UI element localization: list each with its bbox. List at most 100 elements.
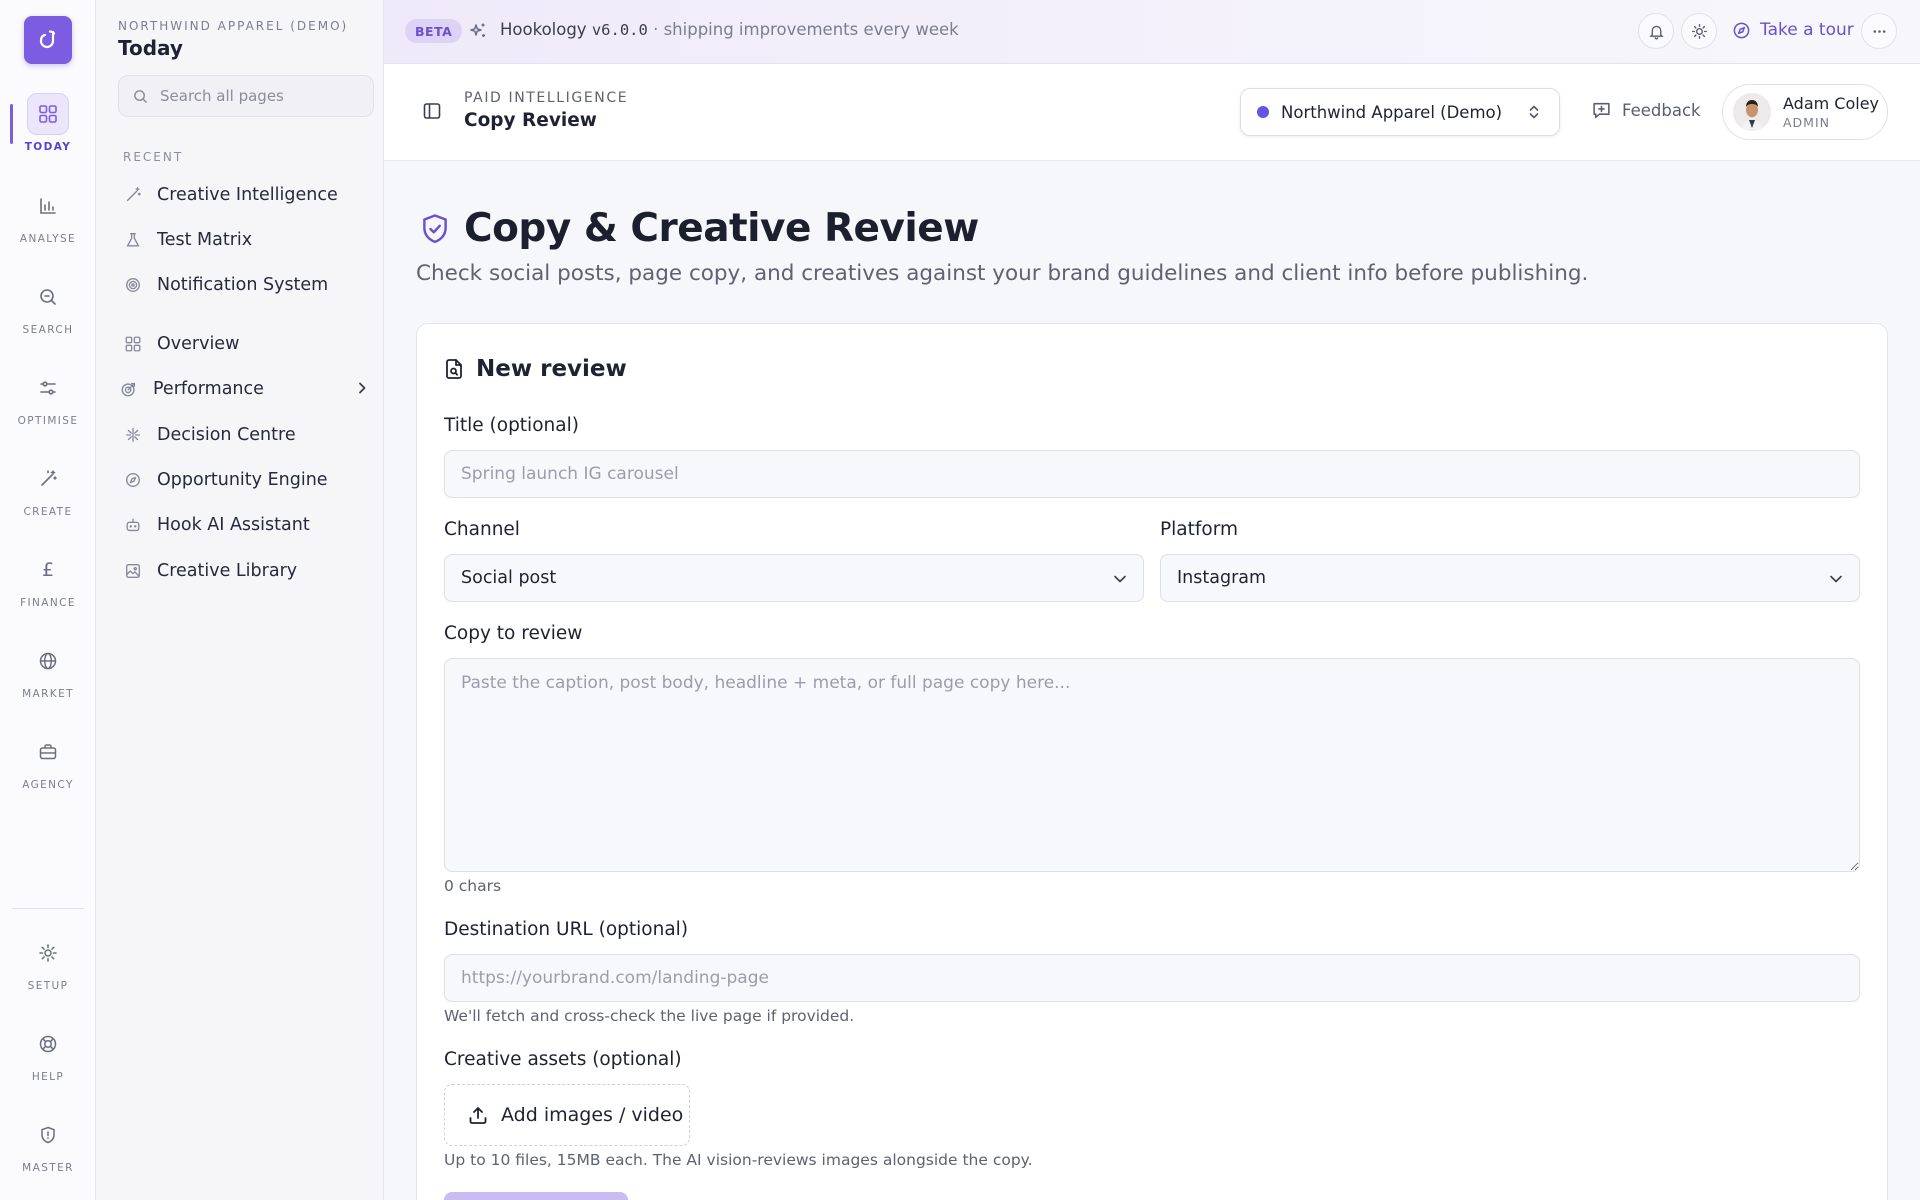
- title-input[interactable]: [444, 450, 1860, 498]
- search-input[interactable]: [160, 87, 360, 105]
- chevron-down-icon: [1111, 570, 1129, 593]
- lifebuoy-icon: [27, 1023, 69, 1065]
- message-plus-icon: [1591, 100, 1612, 121]
- rail-item-today[interactable]: TODAY: [0, 93, 96, 165]
- file-search-icon: [444, 358, 464, 380]
- more-horizontal-icon: [1871, 23, 1888, 40]
- rail-item-agency[interactable]: AGENCY: [0, 731, 96, 803]
- user-menu[interactable]: Adam Coley ADMIN: [1722, 84, 1888, 140]
- sidebar-item-performance[interactable]: Performance: [118, 370, 374, 408]
- rail-item-create[interactable]: CREATE: [0, 458, 96, 530]
- shield-icon: [27, 1114, 69, 1156]
- sidebar-search[interactable]: [118, 75, 374, 117]
- bell-icon: [1648, 23, 1665, 40]
- sliders-icon: [27, 367, 69, 409]
- search-icon: [27, 276, 69, 318]
- sidebar-item-label: Decision Centre: [157, 425, 296, 445]
- take-a-tour-link[interactable]: Take a tour: [1732, 20, 1854, 40]
- sidebar-item-label: Performance: [153, 379, 264, 399]
- notifications-button[interactable]: [1638, 13, 1674, 49]
- rail-label: SETUP: [27, 980, 69, 992]
- sidebar-toggle-icon[interactable]: [422, 101, 442, 125]
- rail-item-optimise[interactable]: OPTIMISE: [0, 367, 96, 439]
- add-images-video-button[interactable]: Add images / video: [444, 1084, 690, 1146]
- sidebar-title: Today: [118, 36, 183, 60]
- magic-wand-icon: [27, 458, 69, 500]
- more-options-button[interactable]: [1861, 13, 1897, 49]
- channel-field-label: Channel: [444, 519, 520, 540]
- sidebar-item-label: Hook AI Assistant: [157, 515, 310, 535]
- rail-item-finance[interactable]: £ FINANCE: [0, 549, 96, 621]
- chevron-right-icon[interactable]: [354, 380, 370, 400]
- channel-select[interactable]: Social post: [444, 554, 1144, 602]
- sun-icon: [1691, 23, 1708, 40]
- rail-label: SEARCH: [22, 324, 74, 336]
- rail-label: TODAY: [24, 141, 72, 153]
- upload-icon: [467, 1104, 489, 1126]
- sidebar-item-creative-library[interactable]: Creative Library: [118, 552, 374, 590]
- sidebar-item-test-matrix[interactable]: Test Matrix: [118, 221, 374, 259]
- feedback-button[interactable]: Feedback: [1591, 100, 1701, 121]
- user-role: ADMIN: [1783, 115, 1830, 130]
- rail-label: AGENCY: [22, 779, 74, 791]
- page-header: PAID INTELLIGENCE Copy Review Northwind …: [384, 64, 1920, 161]
- chevron-down-icon: [1827, 570, 1845, 593]
- flask-icon: [122, 229, 144, 251]
- title-field-label: Title (optional): [444, 415, 579, 436]
- sidebar-item-label: Creative Library: [157, 561, 298, 581]
- org-selector[interactable]: Northwind Apparel (Demo): [1240, 88, 1560, 136]
- main-subtitle: Check social posts, page copy, and creat…: [416, 261, 1589, 286]
- target-arrow-icon: [118, 378, 140, 400]
- submit-button[interactable]: [444, 1192, 628, 1200]
- rail-item-market[interactable]: MARKET: [0, 640, 96, 712]
- grid-icon: [27, 93, 69, 135]
- user-name: Adam Coley: [1783, 94, 1880, 113]
- sidebar-item-hook-ai-assistant[interactable]: Hook AI Assistant: [118, 506, 374, 544]
- platform-select[interactable]: Instagram: [1160, 554, 1860, 602]
- rail-label: MASTER: [22, 1162, 74, 1174]
- sidebar-item-creative-intelligence[interactable]: Creative Intelligence: [118, 176, 374, 214]
- main-title-row: Copy & Creative Review: [418, 206, 979, 251]
- theme-toggle-button[interactable]: [1681, 13, 1717, 49]
- url-hint: We'll fetch and cross-check the live pag…: [444, 1007, 855, 1025]
- rail-item-search[interactable]: SEARCH: [0, 276, 96, 348]
- announcement-banner: BETA Hookology v6.0.0 · shipping improve…: [384, 0, 1920, 64]
- recent-section-label: RECENT: [123, 150, 184, 164]
- rail-divider: [12, 908, 84, 909]
- briefcase-icon: [27, 731, 69, 773]
- avatar: [1733, 93, 1771, 131]
- sidebar-item-opportunity-engine[interactable]: Opportunity Engine: [118, 461, 374, 499]
- copy-textarea[interactable]: [444, 658, 1860, 872]
- tour-label: Take a tour: [1760, 20, 1854, 40]
- banner-separator: ·: [653, 20, 659, 39]
- channel-select-value: Social post: [461, 568, 557, 588]
- banner-tagline: shipping improvements every week: [663, 20, 959, 39]
- rail-item-analyse[interactable]: ANALYSE: [0, 185, 96, 257]
- sidebar-item-label: Opportunity Engine: [157, 470, 328, 490]
- destination-url-input[interactable]: [444, 954, 1860, 1002]
- sidebar-item-notification-system[interactable]: Notification System: [118, 266, 374, 304]
- sidebar-item-overview[interactable]: Overview: [118, 325, 374, 363]
- chevron-up-down-icon: [1525, 103, 1543, 125]
- sidebar-org-name: NORTHWIND APPAREL (DEMO): [118, 19, 349, 33]
- assets-field-label: Creative assets (optional): [444, 1049, 682, 1070]
- new-review-card: New review Title (optional) Channel Soci…: [416, 323, 1888, 1200]
- sparkles-icon: [468, 21, 488, 45]
- rail-item-master[interactable]: MASTER: [0, 1114, 96, 1186]
- char-count: 0 chars: [444, 877, 502, 895]
- pound-icon: £: [41, 559, 55, 581]
- banner-version: v6.0.0: [591, 21, 648, 39]
- assets-hint: Up to 10 files, 15MB each. The AI vision…: [444, 1151, 1033, 1169]
- rail-item-setup[interactable]: SETUP: [0, 932, 96, 1004]
- shield-check-icon: [418, 212, 452, 246]
- platform-select-value: Instagram: [1177, 568, 1267, 588]
- brand-logo-icon[interactable]: [24, 16, 72, 64]
- card-header: New review: [444, 356, 627, 382]
- sidebar-item-label: Overview: [157, 334, 240, 354]
- sidebar-item-decision-centre[interactable]: Decision Centre: [118, 416, 374, 454]
- feedback-label: Feedback: [1622, 101, 1701, 120]
- rail-item-help[interactable]: HELP: [0, 1023, 96, 1095]
- globe-icon: [27, 640, 69, 682]
- card-title: New review: [476, 356, 627, 382]
- platform-field-label: Platform: [1160, 519, 1239, 540]
